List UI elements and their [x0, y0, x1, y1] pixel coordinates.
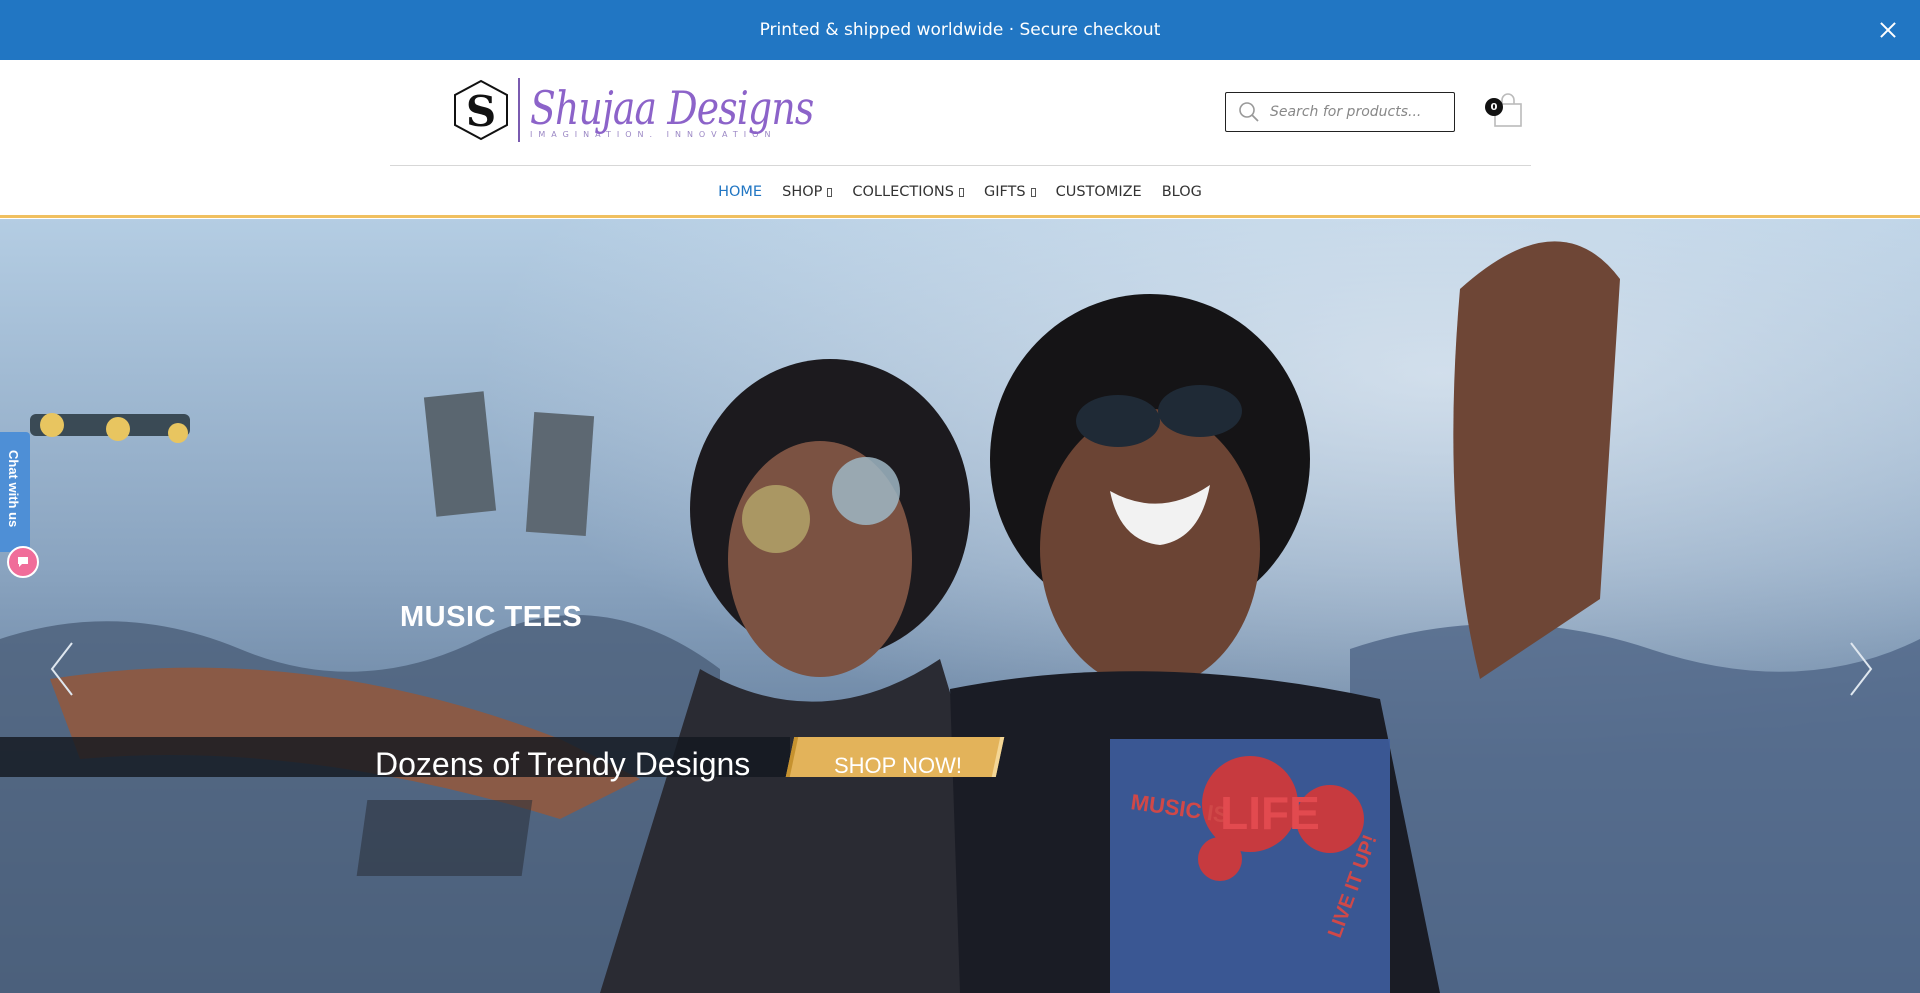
nav-blog-label: BLOG — [1161, 184, 1202, 200]
header-accent-border — [0, 215, 1920, 218]
nav-shop-label: SHOP — [782, 184, 823, 200]
nav-customize[interactable]: CUSTOMIZE — [1056, 184, 1142, 200]
shirt-print-life: LIFE — [1220, 787, 1320, 839]
hero-caption-box — [356, 800, 533, 876]
chat-glyph-icon — [18, 557, 28, 567]
nav-blog[interactable]: BLOG — [1162, 184, 1202, 200]
main-nav: HOME SHOP COLLECTIONS GIFTS CUSTOMIZE BL… — [0, 184, 1920, 200]
nav-shop[interactable]: SHOP — [782, 184, 833, 200]
site-header: S Shujaa Designs IMAGINATION. INNOVATION… — [0, 60, 1920, 218]
announcement-text: Printed & shipped worldwide · Secure che… — [759, 20, 1161, 40]
nav-collections-label: COLLECTIONS — [852, 184, 954, 200]
hero-caption: MUSIC TEES — [400, 601, 583, 633]
search-input[interactable] — [1270, 104, 1450, 120]
nav-customize-label: CUSTOMIZE — [1055, 184, 1142, 200]
hexagon-s-logo: S — [454, 79, 508, 141]
chevron-left-icon[interactable] — [48, 639, 78, 699]
nav-collections[interactable]: COLLECTIONS — [852, 184, 964, 200]
logo-divider — [518, 78, 520, 142]
header-divider — [390, 165, 1531, 166]
search-icon — [1239, 102, 1259, 122]
dropdown-caret-icon — [827, 187, 833, 197]
logo-text: Shujaa Designs IMAGINATION. INNOVATION — [530, 82, 876, 139]
cart-count-badge: 0 — [1485, 98, 1503, 116]
nav-gifts-label: GIFTS — [983, 184, 1026, 200]
hero-subtitle: Dozens of Trendy Designs — [375, 746, 751, 782]
logo[interactable]: S Shujaa Designs IMAGINATION. INNOVATION — [452, 78, 876, 142]
dropdown-caret-icon — [958, 187, 964, 197]
nav-home-label: HOME — [718, 184, 763, 200]
chat-bubble-icon[interactable] — [7, 546, 39, 578]
dropdown-caret-icon — [1030, 187, 1036, 197]
chevron-right-icon[interactable] — [1845, 639, 1875, 699]
brand-name: Shujaa Designs — [530, 80, 814, 135]
cart-button[interactable]: 0 — [1485, 92, 1525, 128]
svg-text:S: S — [466, 87, 496, 136]
chat-with-us-tab[interactable]: Chat with us — [0, 432, 30, 552]
hero-image: MUSIC IS LIFE LIVE IT UP! — [0, 219, 1920, 993]
shop-now-label[interactable]: SHOP NOW! — [834, 753, 962, 779]
nav-gifts[interactable]: GIFTS — [984, 184, 1036, 200]
close-icon[interactable] — [1876, 18, 1900, 42]
nav-home[interactable]: HOME — [718, 184, 762, 200]
announcement-bar: Printed & shipped worldwide · Secure che… — [0, 0, 1920, 60]
hero-slider: MUSIC IS LIFE LIVE IT UP! — [0, 219, 1920, 993]
chat-label: Chat with us — [6, 450, 21, 528]
search-box[interactable] — [1225, 92, 1455, 132]
